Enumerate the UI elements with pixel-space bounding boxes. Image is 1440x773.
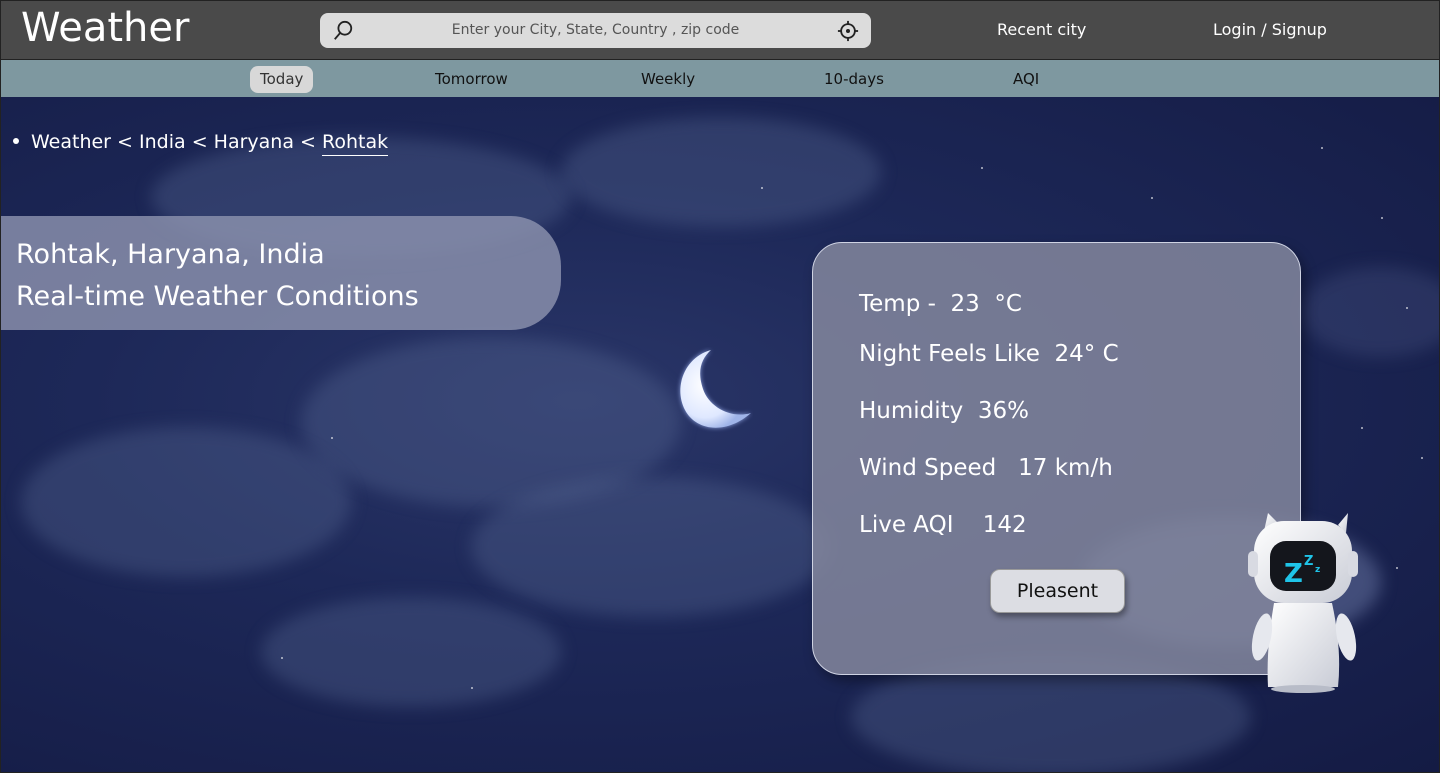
search-input[interactable]: Enter your City, State, Country , zip co… bbox=[320, 22, 871, 38]
login-signup-link[interactable]: Login / Signup bbox=[1213, 20, 1327, 39]
star bbox=[1321, 147, 1323, 149]
tab-tomorrow[interactable]: Tomorrow bbox=[425, 66, 518, 93]
star bbox=[331, 437, 333, 439]
tab-aqi[interactable]: AQI bbox=[1003, 66, 1049, 93]
bullet-icon bbox=[13, 137, 19, 144]
nav-tabs: Today Tomorrow Weekly 10-days AQI bbox=[0, 60, 1440, 97]
wind-speed-value: Wind Speed 17 km/h bbox=[859, 455, 1113, 481]
feels-like-value: Night Feels Like 24° C bbox=[859, 341, 1119, 367]
star bbox=[1151, 197, 1153, 199]
temperature-value: Temp - 23 °C bbox=[859, 291, 1022, 317]
breadcrumb-haryana[interactable]: Haryana bbox=[214, 131, 294, 153]
star bbox=[1396, 567, 1398, 569]
star bbox=[281, 657, 283, 659]
cloud bbox=[261, 597, 561, 707]
breadcrumb-separator: < bbox=[117, 131, 133, 153]
tab-10-days[interactable]: 10-days bbox=[814, 66, 894, 93]
app-logo[interactable]: Weather bbox=[21, 5, 189, 51]
cloud bbox=[471, 477, 831, 617]
weather-status-button[interactable]: Pleasent bbox=[990, 569, 1125, 613]
location-name: Rohtak, Haryana, India bbox=[16, 239, 325, 270]
search-bar[interactable]: Enter your City, State, Country , zip co… bbox=[320, 13, 871, 48]
tab-today[interactable]: Today bbox=[250, 66, 314, 93]
location-title-box: Rohtak, Haryana, India Real-time Weather… bbox=[1, 216, 561, 330]
location-subtitle: Real-time Weather Conditions bbox=[16, 281, 419, 312]
breadcrumb-separator: < bbox=[191, 131, 208, 153]
breadcrumb: Weather < India < Haryana < Rohtak bbox=[13, 131, 389, 156]
cloud bbox=[1301, 267, 1439, 357]
cloud bbox=[21, 427, 351, 577]
cloud bbox=[561, 117, 881, 227]
weather-details-card: Temp - 23 °C Night Feels Like 24° C Humi… bbox=[812, 242, 1301, 675]
aqi-value: Live AQI 142 bbox=[859, 512, 1027, 538]
breadcrumb-weather[interactable]: Weather bbox=[31, 131, 111, 153]
star bbox=[1406, 307, 1408, 309]
breadcrumb-india[interactable]: India bbox=[139, 131, 186, 153]
crescent-moon-icon bbox=[680, 350, 751, 428]
star bbox=[1361, 427, 1363, 429]
svg-text:Z: Z bbox=[1304, 554, 1313, 569]
humidity-value: Humidity 36% bbox=[859, 398, 1030, 424]
locate-icon[interactable] bbox=[837, 20, 859, 42]
star bbox=[1421, 457, 1423, 459]
breadcrumb-separator: < bbox=[300, 131, 316, 153]
top-header: Weather Enter your City, State, Country … bbox=[0, 0, 1440, 60]
recent-city-link[interactable]: Recent city bbox=[997, 20, 1086, 39]
star bbox=[471, 687, 473, 689]
night-sky-background: Weather < India < Haryana < Rohtak Rohta… bbox=[0, 97, 1440, 773]
tab-weekly[interactable]: Weekly bbox=[631, 66, 705, 93]
star bbox=[981, 167, 983, 169]
breadcrumb-rohtak[interactable]: Rohtak bbox=[322, 131, 389, 156]
star bbox=[761, 187, 763, 189]
svg-text:Z: Z bbox=[1284, 559, 1303, 589]
sleeping-robot-mascot-icon: Z Z z bbox=[1248, 513, 1358, 693]
svg-text:z: z bbox=[1315, 565, 1320, 575]
star bbox=[1381, 217, 1383, 219]
